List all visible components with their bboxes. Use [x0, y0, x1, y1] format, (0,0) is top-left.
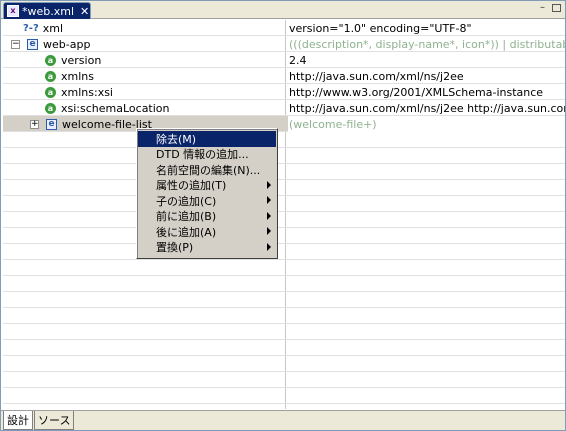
menu-item-label: 属性の追加(T)	[156, 179, 227, 193]
context-menu: 除去(M) DTD 情報の追加... 名前空間の編集(N)... 属性の追加(T…	[136, 128, 278, 259]
collapse-icon[interactable]: −	[11, 39, 20, 49]
submenu-arrow-icon	[267, 196, 271, 204]
empty-row	[3, 276, 565, 292]
menu-item-add-dtd-info[interactable]: DTD 情報の追加...	[138, 147, 276, 163]
xml-editor: x *web.xml ✕ – ?-? xml version="1.0" enc…	[0, 0, 566, 431]
attribute-icon: a	[45, 70, 56, 82]
menu-item-add-after[interactable]: 後に追加(A)	[138, 224, 276, 240]
node-value[interactable]: (((description*, display-name*, icon*)) …	[288, 36, 565, 52]
empty-row	[3, 388, 565, 404]
empty-row	[3, 308, 565, 324]
expand-icon[interactable]: +	[30, 119, 39, 129]
node-name: xmlns:xsi	[61, 85, 113, 99]
submenu-arrow-icon	[267, 180, 271, 189]
node-value[interactable]: http://java.sun.com/xml/ns/j2ee http://j…	[288, 100, 565, 116]
submenu-arrow-icon	[267, 211, 271, 220]
tab-source-label: ソース	[38, 414, 71, 427]
menu-item-remove[interactable]: 除去(M)	[138, 131, 276, 147]
submenu-arrow-icon	[267, 227, 271, 235]
empty-row	[3, 244, 565, 260]
tree-row-schema-location[interactable]: a xsi:schemaLocation http://java.sun.com…	[3, 100, 565, 116]
xml-file-icon: x	[7, 5, 19, 17]
node-value[interactable]: (welcome-file+)	[288, 116, 565, 132]
processing-instruction-icon: ?-?	[23, 22, 39, 34]
empty-row	[3, 228, 565, 244]
node-value[interactable]: http://java.sun.com/xml/ns/j2ee	[288, 68, 565, 84]
menu-item-add-attribute[interactable]: 属性の追加(T)	[138, 178, 276, 194]
menu-item-add-before[interactable]: 前に追加(B)	[138, 209, 276, 225]
tree-row-version[interactable]: a version 2.4	[3, 52, 565, 68]
window-controls: –	[537, 3, 561, 13]
tree-row-xmlns-xsi[interactable]: a xmlns:xsi http://www.w3.org/2001/XMLSc…	[3, 84, 565, 100]
node-name: xml	[42, 21, 64, 35]
node-value[interactable]: http://www.w3.org/2001/XMLSchema-instanc…	[288, 84, 565, 100]
menu-item-label: 前に追加(B)	[156, 210, 217, 224]
menu-item-label: 後に追加(A)	[156, 225, 217, 239]
menu-item-label: 子の追加(C)	[156, 194, 217, 208]
menu-item-label: 除去(M)	[156, 132, 197, 146]
menu-item-label: 置換(P)	[156, 241, 194, 255]
tab-design[interactable]: 設計	[3, 411, 33, 430]
empty-row	[3, 180, 565, 196]
empty-row	[3, 196, 565, 212]
tree-row-xml[interactable]: ?-? xml version="1.0" encoding="UTF-8"	[3, 20, 565, 36]
tab-source[interactable]: ソース	[34, 411, 75, 430]
empty-row	[3, 148, 565, 164]
empty-row	[3, 292, 565, 308]
tree-row-web-app[interactable]: − e web-app (((description*, display-nam…	[3, 36, 565, 52]
empty-row	[3, 340, 565, 356]
empty-row	[3, 324, 565, 340]
empty-row	[3, 212, 565, 228]
empty-row	[3, 356, 565, 372]
node-name: xmlns	[61, 69, 94, 83]
empty-row	[3, 132, 565, 148]
minimize-icon[interactable]: –	[537, 3, 548, 13]
empty-row	[3, 164, 565, 180]
tab-web-xml[interactable]: x *web.xml ✕	[3, 2, 91, 19]
maximize-icon[interactable]	[552, 4, 561, 12]
node-value[interactable]: 2.4	[288, 52, 565, 68]
menu-item-label: 名前空間の編集(N)...	[156, 163, 261, 177]
node-name: web-app	[43, 37, 91, 51]
tree-row-welcome-file-list[interactable]: + e welcome-file-list (welcome-file+)	[3, 116, 565, 132]
tab-design-label: 設計	[7, 414, 29, 427]
menu-item-replace[interactable]: 置換(P)	[138, 240, 276, 256]
tree-table: ?-? xml version="1.0" encoding="UTF-8" −…	[3, 20, 565, 409]
empty-row	[3, 260, 565, 276]
menu-item-edit-namespaces[interactable]: 名前空間の編集(N)...	[138, 162, 276, 178]
empty-row	[3, 404, 565, 409]
node-value[interactable]: version="1.0" encoding="UTF-8"	[288, 20, 565, 36]
tree-row-xmlns[interactable]: a xmlns http://java.sun.com/xml/ns/j2ee	[3, 68, 565, 84]
attribute-icon: a	[45, 102, 56, 114]
editor-mode-tabs: 設計 ソース	[1, 410, 565, 430]
node-name: version	[61, 53, 102, 67]
node-name: xsi:schemaLocation	[61, 101, 170, 115]
menu-item-label: DTD 情報の追加...	[156, 148, 249, 162]
close-icon[interactable]: ✕	[80, 5, 89, 18]
attribute-icon: a	[45, 86, 56, 98]
menu-item-add-child[interactable]: 子の追加(C)	[138, 193, 276, 209]
attribute-icon: a	[45, 54, 56, 66]
submenu-arrow-icon	[267, 242, 271, 251]
empty-row	[3, 372, 565, 388]
tab-label: *web.xml	[22, 4, 75, 18]
editor-tab-bar: x *web.xml ✕ –	[1, 1, 565, 19]
element-icon: e	[46, 118, 57, 130]
element-icon: e	[27, 38, 38, 50]
